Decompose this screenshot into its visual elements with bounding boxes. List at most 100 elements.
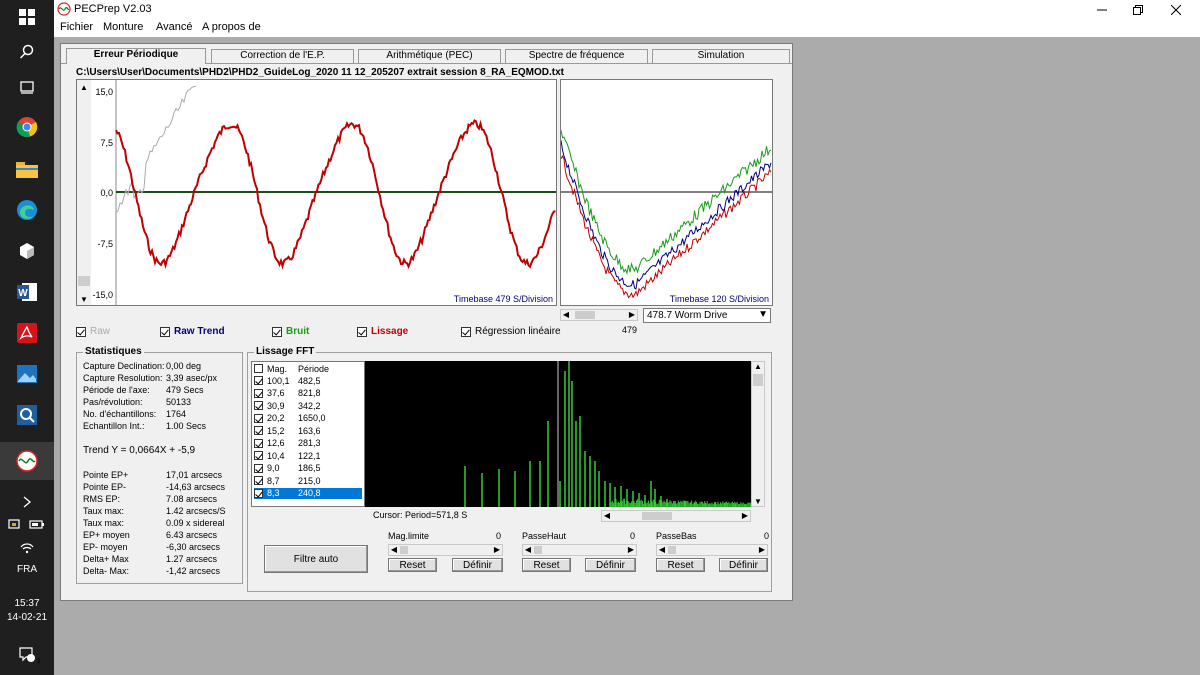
scroll-right-icon[interactable]: ▶ <box>757 545 767 555</box>
bruit-checkbox[interactable] <box>272 326 282 337</box>
windows-start-icon[interactable] <box>13 3 41 31</box>
harmonic-checkbox[interactable] <box>254 388 263 398</box>
close-button[interactable] <box>1158 0 1194 19</box>
harmonic-checkbox[interactable] <box>254 463 263 473</box>
magnifier-app-icon[interactable] <box>13 401 41 429</box>
scroll-thumb[interactable] <box>400 546 408 554</box>
harmonic-checkbox[interactable] <box>254 451 263 460</box>
raw-checkbox[interactable] <box>76 326 86 337</box>
scroll-left-icon[interactable]: ◀ <box>602 511 612 521</box>
pecprep-taskbar-icon[interactable] <box>0 442 54 480</box>
scroll-left-icon[interactable]: ◀ <box>389 545 399 555</box>
scroll-right-icon[interactable]: ▶ <box>627 310 637 320</box>
checkbox-lissage[interactable]: Lissage <box>357 326 408 337</box>
scroll-left-icon[interactable]: ◀ <box>657 545 667 555</box>
passe-bas-definir-button[interactable]: Définir <box>719 558 768 572</box>
scroll-left-icon[interactable]: ◀ <box>523 545 533 555</box>
word-icon[interactable]: W <box>13 278 41 306</box>
edge-icon[interactable] <box>13 196 41 224</box>
lissage-label: Lissage <box>371 326 409 337</box>
clock-date[interactable]: 14-02-21 <box>0 612 54 623</box>
menu-fichier[interactable]: Fichier <box>60 21 93 33</box>
filtre-auto-button[interactable]: Filtre auto <box>264 545 368 573</box>
app-puzzle-icon[interactable] <box>13 237 41 265</box>
scroll-up-icon[interactable]: ▲ <box>754 362 762 371</box>
scroll-thumb[interactable] <box>642 512 672 520</box>
checkbox-raw[interactable]: Raw <box>76 326 110 337</box>
harmonic-checkbox[interactable] <box>254 426 263 435</box>
wifi-icon[interactable] <box>13 534 41 562</box>
fft-list-item[interactable]: 8,7 215,0 <box>254 475 362 486</box>
fft-list-item[interactable]: 9,0 186,5 <box>254 463 362 474</box>
fft-list-item[interactable]: 100,1 482,5 <box>254 375 362 386</box>
scroll-up-icon: ▲ <box>80 83 88 92</box>
chrome-icon[interactable] <box>13 113 41 141</box>
harmonic-magnitude: 20,2 <box>267 413 285 423</box>
tab-spectre[interactable]: Spectre de fréquence <box>505 49 648 63</box>
lissage-checkbox[interactable] <box>357 326 367 337</box>
fft-harmonic-list[interactable]: Mag. Période 100,1 482,5 37,6 821,8 30,9 342,2… <box>251 361 365 507</box>
photos-icon[interactable] <box>13 360 41 388</box>
menu-avance[interactable]: Avancé <box>156 21 193 33</box>
fft-spectrum[interactable] <box>365 361 751 507</box>
fft-list-item[interactable]: 10,4 122,1 <box>254 450 362 461</box>
tab-arithmetique[interactable]: Arithmétique (PEC) <box>358 49 501 63</box>
select-all-checkbox[interactable] <box>254 364 263 373</box>
passe-bas-reset-button[interactable]: Reset <box>656 558 705 572</box>
mag-limite-definir-button[interactable]: Définir <box>452 558 503 572</box>
regression-checkbox[interactable] <box>461 326 471 337</box>
scroll-right-icon[interactable]: ▶ <box>626 545 636 555</box>
scroll-right-icon[interactable]: ▶ <box>740 511 750 521</box>
passe-haut-definir-button[interactable]: Définir <box>585 558 636 572</box>
checkbox-raw-trend[interactable]: Raw Trend <box>160 326 225 337</box>
scroll-thumb[interactable] <box>534 546 542 554</box>
checkbox-regression[interactable]: Régression linéaire <box>461 326 561 337</box>
side-scrollbar[interactable]: ◀ ▶ <box>560 309 638 321</box>
harmonic-checkbox[interactable] <box>254 376 263 385</box>
fft-list-item[interactable]: 15,2 163,6 <box>254 425 362 436</box>
fft-vertical-scrollbar[interactable]: ▲ ▼ <box>751 361 765 507</box>
periodic-error-chart[interactable]: ▲ ▼ 15,0 7,5 0,0 -7,5 -15,0 Timebase 479… <box>76 79 557 306</box>
harmonic-checkbox[interactable] <box>254 438 263 448</box>
harmonic-checkbox[interactable] <box>254 401 263 410</box>
menu-monture[interactable]: Monture <box>103 21 143 33</box>
raw-trend-checkbox[interactable] <box>160 326 170 337</box>
harmonic-magnitude: 30,9 <box>267 400 285 411</box>
mag-limite-reset-button[interactable]: Reset <box>388 558 437 572</box>
fft-list-item[interactable]: 20,2 1650,0 <box>254 413 362 424</box>
restore-button[interactable] <box>1120 0 1156 19</box>
clock-time[interactable]: 15:37 <box>0 598 54 609</box>
search-icon[interactable] <box>13 38 41 66</box>
harmonic-checkbox[interactable] <box>254 476 263 485</box>
fft-horizontal-scrollbar[interactable]: ◀ ▶ <box>601 510 751 522</box>
fft-list-item[interactable]: 8,3 240,8 <box>254 487 362 499</box>
task-view-icon[interactable] <box>13 73 41 101</box>
mag-limite-slider[interactable]: ◀ ▶ <box>388 544 503 556</box>
minimize-button[interactable] <box>1084 0 1120 19</box>
scroll-thumb[interactable] <box>668 546 676 554</box>
tab-simulation[interactable]: Simulation <box>652 49 790 63</box>
scroll-down-icon[interactable]: ▼ <box>754 497 762 506</box>
fft-list-item[interactable]: 37,6 821,8 <box>254 388 362 399</box>
language-indicator[interactable]: FRA <box>0 564 54 575</box>
scroll-left-icon[interactable]: ◀ <box>561 310 571 320</box>
worm-drive-select[interactable]: 478.7 Worm Drive ▼ <box>643 308 771 323</box>
fft-list-item[interactable]: 12,6 281,3 <box>254 438 362 449</box>
scroll-thumb[interactable] <box>753 374 763 386</box>
tab-erreur-periodique[interactable]: Erreur Périodique <box>66 48 206 64</box>
fft-list-item[interactable]: 30,9 342,2 <box>254 400 362 411</box>
passe-haut-reset-button[interactable]: Reset <box>522 558 571 572</box>
scroll-thumb[interactable] <box>575 311 595 319</box>
checkbox-bruit[interactable]: Bruit <box>272 326 309 337</box>
harmonic-checkbox[interactable] <box>254 413 263 423</box>
acrobat-icon[interactable] <box>13 319 41 347</box>
tab-correction-ep[interactable]: Correction de l'E.P. <box>211 49 354 63</box>
file-explorer-icon[interactable] <box>13 155 41 183</box>
passe-haut-slider[interactable]: ◀ ▶ <box>522 544 637 556</box>
harmonic-checkbox[interactable] <box>254 488 263 498</box>
menu-a-propos[interactable]: A propos de <box>202 21 261 33</box>
passe-bas-slider[interactable]: ◀ ▶ <box>656 544 768 556</box>
notification-icon[interactable]: 1 <box>13 640 41 668</box>
worm-cycle-chart[interactable]: Timebase 120 S/Division <box>560 79 773 306</box>
scroll-right-icon[interactable]: ▶ <box>492 545 502 555</box>
